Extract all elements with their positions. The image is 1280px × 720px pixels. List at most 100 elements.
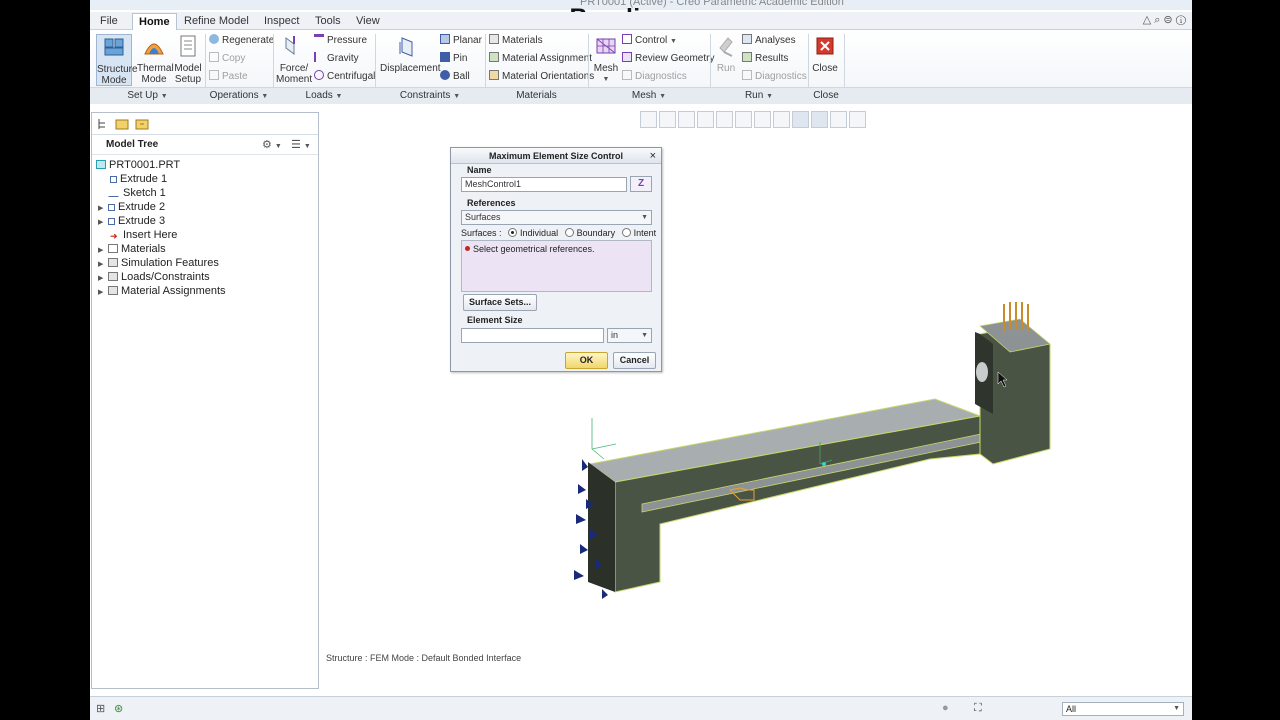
tab-file[interactable]: File: [94, 13, 124, 30]
displacement-button[interactable]: Displacement: [380, 34, 441, 74]
radio-boundary[interactable]: Boundary: [564, 228, 615, 238]
navigator-toggle-icon[interactable]: ⊞: [96, 702, 105, 715]
element-size-input[interactable]: [461, 328, 604, 343]
ball-label: Ball: [453, 71, 470, 82]
mesh-icon: [596, 38, 616, 54]
material-orientations-label: Material Orientations: [502, 71, 595, 82]
planar-button[interactable]: Planar: [440, 34, 482, 48]
material-orientations-button[interactable]: Material Orientations: [489, 70, 594, 84]
model-tree-tab-icon[interactable]: [96, 117, 110, 131]
tree-item-extrude-3[interactable]: ▶ Extrude 3: [98, 215, 165, 228]
radio-intent[interactable]: Intent: [621, 228, 656, 238]
tree-item-extrude-1[interactable]: Extrude 1: [110, 173, 167, 186]
tree-item-root[interactable]: PRT0001.PRT: [96, 159, 180, 172]
cancel-button[interactable]: Cancel: [613, 352, 656, 369]
name-field[interactable]: MeshControl1: [461, 177, 627, 192]
run-button[interactable]: Run: [714, 34, 738, 74]
force-moment-button[interactable]: Force/ Moment: [276, 34, 312, 85]
analyses-button[interactable]: Analyses: [742, 34, 796, 48]
favorites-tab-icon[interactable]: [135, 117, 149, 131]
group-constraints[interactable]: Constraints ▼: [375, 90, 485, 101]
folder-browser-tab-icon[interactable]: [115, 117, 129, 131]
centrifugal-button[interactable]: Centrifugal: [314, 70, 375, 84]
radio-individual[interactable]: Individual: [508, 228, 558, 238]
tree-show-icon[interactable]: ☰ ▼: [291, 138, 311, 151]
results-icon: [742, 52, 752, 62]
structure-mode-button[interactable]: Structure Mode: [96, 34, 138, 86]
ok-button[interactable]: OK: [565, 352, 608, 369]
gravity-icon: [314, 52, 324, 62]
results-button[interactable]: Results: [742, 52, 788, 66]
tree-item-materials[interactable]: ▶ Materials: [98, 243, 166, 256]
planar-label: Planar: [453, 35, 482, 46]
unit-select[interactable]: in ▼: [607, 328, 652, 343]
model-tree-header: Model Tree ⚙ ▼ ☰ ▼: [92, 135, 318, 155]
mesh-dropdown-icon[interactable]: ▼: [593, 74, 619, 85]
regenerate-label: Regenerate: [222, 35, 275, 46]
paste-button[interactable]: Paste: [209, 70, 248, 84]
material-assignment-label: Material Assignment: [502, 53, 593, 64]
tree-item-material-assignments[interactable]: ▶ Material Assignments: [98, 285, 226, 298]
group-loads[interactable]: Loads ▼: [273, 90, 375, 101]
group-setup[interactable]: Set Up ▼: [90, 90, 205, 101]
tab-view[interactable]: View: [350, 13, 386, 30]
close-button[interactable]: Close: [810, 34, 840, 74]
expand-icon[interactable]: ▶: [98, 244, 108, 257]
references-collector[interactable]: Select geometrical references.: [461, 240, 652, 292]
copy-button[interactable]: Copy: [209, 52, 245, 66]
group-operations-label: Operations: [209, 90, 259, 101]
mesh-button[interactable]: Mesh ▼: [593, 34, 619, 85]
material-orientations-icon: [489, 70, 499, 80]
material-assignment-icon: [489, 52, 499, 62]
browser-toggle-icon[interactable]: ⊛: [114, 702, 123, 715]
group-mesh[interactable]: Mesh ▼: [588, 90, 710, 101]
pressure-button[interactable]: Pressure: [314, 34, 367, 48]
ball-button[interactable]: Ball: [440, 70, 470, 84]
diagnostics-mesh-button[interactable]: Diagnostics: [622, 70, 687, 84]
surface-sets-button[interactable]: Surface Sets...: [463, 294, 537, 311]
tree-item-sketch-1[interactable]: Sketch 1: [108, 187, 166, 200]
tree-item-insert-here[interactable]: ➜ Insert Here: [110, 229, 177, 242]
tab-refine-model[interactable]: Refine Model: [178, 13, 255, 30]
group-mesh-label: Mesh: [631, 90, 657, 101]
tree-item-simulation-features[interactable]: ▶ Simulation Features: [98, 257, 219, 270]
group-run[interactable]: Run ▼: [710, 90, 808, 101]
tree-item-extrude-2[interactable]: ▶ Extrude 2: [98, 201, 165, 214]
copy-icon: [209, 52, 219, 62]
model-setup-button[interactable]: Model Setup: [173, 34, 203, 85]
expand-icon[interactable]: ▶: [98, 272, 108, 285]
regenerate-button[interactable]: Regenerate: [209, 34, 274, 48]
help-icon[interactable]: △ ⌕ ⊜ ⓘ: [1143, 13, 1186, 27]
control-button[interactable]: Control ▼: [622, 34, 677, 48]
material-assignment-button[interactable]: Material Assignment: [489, 52, 592, 66]
radio-individual-label: Individual: [520, 228, 559, 238]
pin-button[interactable]: Pin: [440, 52, 467, 66]
diagnostics-run-button[interactable]: Diagnostics: [742, 70, 807, 84]
tree-item-loads-constraints[interactable]: ▶ Loads/Constraints: [98, 271, 210, 284]
tree-item-label: Material Assignments: [121, 285, 226, 297]
tree-settings-icon[interactable]: ⚙ ▼: [262, 138, 282, 151]
tab-inspect[interactable]: Inspect: [258, 13, 305, 30]
dialog-close-icon[interactable]: ×: [650, 148, 656, 164]
expand-icon[interactable]: ▶: [98, 258, 108, 271]
diagnostics-mesh-icon: [622, 70, 632, 80]
expand-icon[interactable]: ▶: [98, 286, 108, 299]
expand-icon[interactable]: ▶: [98, 202, 108, 215]
control-label: Control: [635, 35, 668, 46]
review-geometry-button[interactable]: Review Geometry: [622, 52, 714, 66]
gravity-button[interactable]: Gravity: [314, 52, 359, 66]
expand-icon[interactable]: ▶: [98, 216, 108, 229]
group-operations[interactable]: Operations ▼: [205, 90, 273, 101]
paste-label: Paste: [222, 71, 248, 82]
references-message-text: Select geometrical references.: [473, 244, 595, 254]
name-edit-icon[interactable]: Z: [630, 176, 652, 192]
tab-home[interactable]: Home: [132, 13, 177, 30]
references-type-select[interactable]: Surfaces ▼: [461, 210, 652, 225]
centrifugal-icon: [314, 70, 324, 80]
group-run-label: Run: [744, 90, 764, 101]
selection-filter-icon[interactable]: ⛶: [974, 702, 982, 715]
materials-button[interactable]: Materials: [489, 34, 543, 48]
selection-filter-select[interactable]: All ▼: [1062, 702, 1184, 716]
thermal-mode-button[interactable]: Thermal Mode: [137, 34, 174, 85]
tab-tools[interactable]: Tools: [309, 13, 347, 30]
